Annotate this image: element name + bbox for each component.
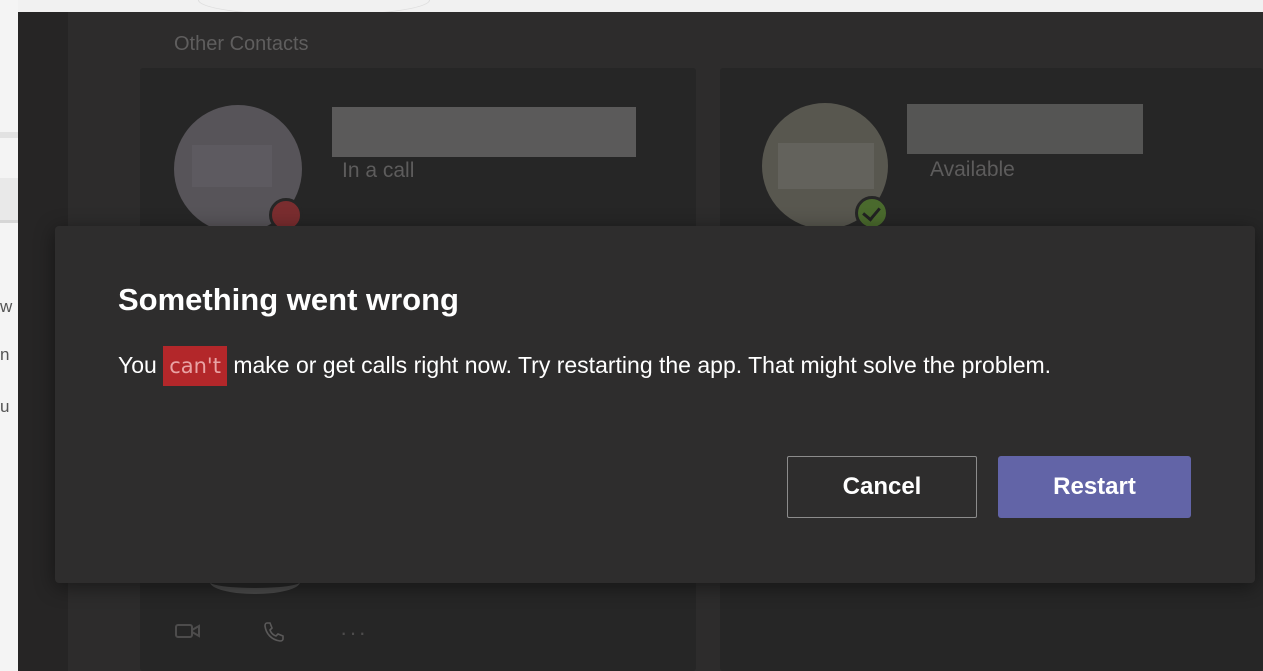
contact-status: In a call — [342, 159, 415, 182]
contact-name-redacted — [907, 104, 1143, 154]
cancel-button[interactable]: Cancel — [787, 456, 977, 518]
error-dialog: Something went wrong You can't make or g… — [55, 226, 1255, 583]
background-app-strip: w n u — [0, 0, 18, 671]
background-text-fragment: u — [0, 397, 10, 416]
more-icon[interactable]: ··· — [340, 620, 368, 646]
available-presence-icon — [855, 196, 889, 230]
background-bar — [0, 178, 18, 222]
video-icon[interactable] — [175, 620, 201, 646]
section-title: Other Contacts — [174, 33, 309, 55]
contact-status: Available — [930, 158, 1015, 181]
background-divider — [0, 220, 18, 223]
restart-button[interactable]: Restart — [998, 456, 1191, 518]
highlighted-word: can't — [163, 346, 227, 386]
dialog-title: Something went wrong — [118, 282, 459, 317]
background-text-fragment: n — [0, 345, 10, 364]
message-text: make or get calls right now. Try restart… — [226, 352, 1052, 378]
message-text: You — [118, 352, 164, 378]
background-text-fragment: w — [0, 297, 13, 316]
background-divider — [0, 132, 18, 138]
dialog-message: You can't make or get calls right now. T… — [118, 346, 1158, 386]
background-top-strip — [18, 0, 1263, 16]
phone-icon[interactable] — [262, 620, 286, 650]
contact-name-redacted — [332, 107, 636, 157]
